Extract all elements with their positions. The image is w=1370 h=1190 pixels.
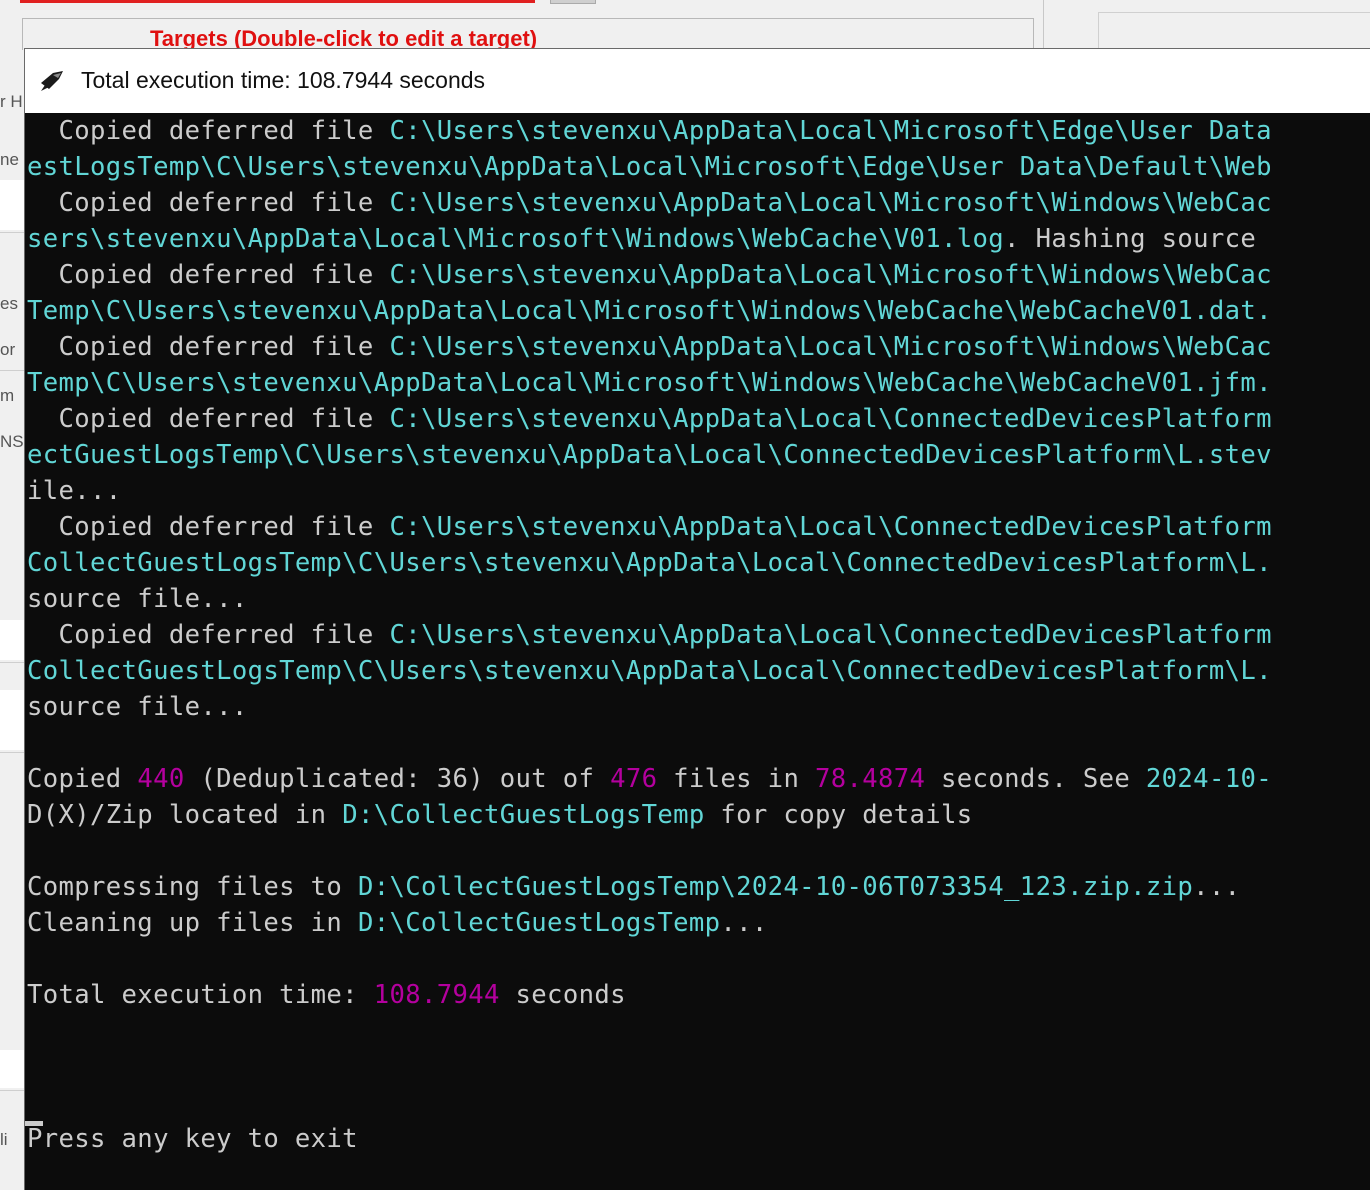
background-divider: [0, 232, 24, 233]
console-text: Copied deferred file: [27, 188, 390, 218]
console-path-text: CollectGuestLogsTemp\C\Users\stevenxu\Ap…: [27, 656, 1272, 686]
console-line: CollectGuestLogsTemp\C\Users\stevenxu\Ap…: [27, 545, 1272, 581]
console-text: seconds: [499, 980, 626, 1010]
console-text: (Deduplicated: 36) out of: [184, 764, 611, 794]
console-path-text: D:\CollectGuestLogsTemp: [357, 908, 721, 938]
console-line: Copied deferred file C:\Users\stevenxu\A…: [27, 401, 1272, 437]
console-text: seconds. See: [925, 764, 1146, 794]
background-right-inner-panel: [1098, 12, 1370, 49]
console-path-text: C:\Users\stevenxu\AppData\Local\Microsof…: [389, 260, 1272, 290]
console-number-text: 476: [610, 764, 658, 794]
background-divider: [0, 662, 24, 663]
console-path-text: C:\Users\stevenxu\AppData\Local\Connecte…: [389, 620, 1272, 650]
console-cursor: [25, 1121, 43, 1126]
console-path-text: D:\CollectGuestLogsTemp: [342, 800, 705, 830]
background-left-field: [0, 620, 24, 660]
background-divider: [0, 370, 24, 371]
console-line: Temp\C\Users\stevenxu\AppData\Local\Micr…: [27, 293, 1272, 329]
console-line: Compressing files to D:\CollectGuestLogs…: [27, 869, 1240, 905]
console-line: ectGuestLogsTemp\C\Users\stevenxu\AppDat…: [27, 437, 1272, 473]
background-button[interactable]: [550, 0, 596, 4]
console-text: Copied deferred file: [27, 620, 390, 650]
console-path-text: C:\Users\stevenxu\AppData\Local\Microsof…: [389, 116, 1272, 146]
background-label-fragment: m: [0, 386, 15, 405]
console-line: Copied deferred file C:\Users\stevenxu\A…: [27, 113, 1272, 149]
console-text: Copied deferred file: [27, 332, 390, 362]
console-line: Temp\C\Users\stevenxu\AppData\Local\Micr…: [27, 365, 1272, 401]
console-text: Copied deferred file: [27, 404, 390, 434]
console-line: Copied deferred file C:\Users\stevenxu\A…: [27, 329, 1272, 365]
console-line: CollectGuestLogsTemp\C\Users\stevenxu\Ap…: [27, 653, 1272, 689]
background-red-field: [20, 0, 535, 3]
console-path-text: 2024-10-: [1145, 764, 1272, 794]
console-text: Cleaning up files in: [27, 908, 358, 938]
console-line: source file...: [27, 689, 248, 725]
background-label-fragment: li: [0, 1130, 8, 1149]
console-line: Copied 440 (Deduplicated: 36) out of 476…: [27, 761, 1272, 797]
background-divider: [0, 752, 24, 753]
background-left-field: [0, 180, 24, 230]
console-path-text: C:\Users\stevenxu\AppData\Local\Microsof…: [389, 332, 1272, 362]
console-line: Copied deferred file C:\Users\stevenxu\A…: [27, 509, 1272, 545]
console-window[interactable]: Total execution time: 108.7944 seconds C…: [24, 48, 1370, 1190]
console-path-text: C:\Users\stevenxu\AppData\Local\Microsof…: [389, 188, 1272, 218]
console-text: . Hashing source: [1004, 224, 1272, 254]
background-label-fragment: ne: [0, 150, 19, 169]
console-path-text: Temp\C\Users\stevenxu\AppData\Local\Micr…: [27, 368, 1272, 398]
console-title: Total execution time: 108.7944 seconds: [81, 67, 486, 93]
background-divider: [0, 1090, 24, 1091]
console-line: Total execution time: 108.7944 seconds: [27, 977, 626, 1013]
console-path-text: Temp\C\Users\stevenxu\AppData\Local\Micr…: [27, 296, 1272, 326]
console-text: source file...: [27, 584, 248, 614]
console-text: Total execution time:: [27, 980, 374, 1010]
console-path-text: ectGuestLogsTemp\C\Users\stevenxu\AppDat…: [27, 440, 1272, 470]
console-text: source file...: [27, 692, 248, 722]
console-text: Copied: [27, 764, 138, 794]
console-number-text: 78.4874: [814, 764, 926, 794]
background-left-field: [0, 1050, 24, 1088]
background-label-fragment: or: [0, 340, 16, 359]
console-text: Press any key to exit: [27, 1124, 358, 1154]
console-text: ...: [1193, 872, 1241, 902]
console-text: for copy details: [704, 800, 973, 830]
background-left-field: [0, 690, 24, 750]
console-path-text: CollectGuestLogsTemp\C\Users\stevenxu\Ap…: [27, 548, 1272, 578]
console-path-text: C:\Users\stevenxu\AppData\Local\Connecte…: [389, 512, 1272, 542]
console-text: D(X)/Zip located in: [27, 800, 343, 830]
console-text: files in: [657, 764, 815, 794]
console-line: Cleaning up files in D:\CollectGuestLogs…: [27, 905, 768, 941]
background-label-fragment: NS: [0, 432, 24, 451]
console-line: Copied deferred file C:\Users\stevenxu\A…: [27, 185, 1272, 221]
console-text: Copied deferred file: [27, 512, 390, 542]
console-line: ile...: [27, 473, 122, 509]
console-line: Copied deferred file C:\Users\stevenxu\A…: [27, 257, 1272, 293]
background-label-fragment: es: [0, 294, 18, 313]
console-line: source file...: [27, 581, 248, 617]
console-text: Copied deferred file: [27, 116, 390, 146]
background-label-fragment: r H: [0, 92, 23, 111]
terminal-app-icon: [41, 71, 63, 91]
console-line: Press any key to exit: [27, 1121, 358, 1157]
console-line: estLogsTemp\C\Users\stevenxu\AppData\Loc…: [27, 149, 1272, 185]
console-path-text: sers\stevenxu\AppData\Local\Microsoft\Wi…: [27, 224, 1005, 254]
console-number-text: 440: [137, 764, 185, 794]
console-path-text: D:\CollectGuestLogsTemp\2024-10-06T07335…: [357, 872, 1194, 902]
console-text: Compressing files to: [27, 872, 358, 902]
background-left-strip: r H ne es or m NS li: [0, 50, 24, 1189]
console-text: ile...: [27, 476, 122, 506]
console-line: D(X)/Zip located in D:\CollectGuestLogsT…: [27, 797, 973, 833]
console-text: Copied deferred file: [27, 260, 390, 290]
console-line: sers\stevenxu\AppData\Local\Microsoft\Wi…: [27, 221, 1272, 257]
console-number-text: 108.7944: [373, 980, 500, 1010]
console-output[interactable]: Copied deferred file C:\Users\stevenxu\A…: [25, 113, 1370, 1190]
console-path-text: estLogsTemp\C\Users\stevenxu\AppData\Loc…: [27, 152, 1272, 182]
console-titlebar[interactable]: Total execution time: 108.7944 seconds: [25, 49, 1370, 113]
console-text: ...: [720, 908, 768, 938]
console-path-text: C:\Users\stevenxu\AppData\Local\Connecte…: [389, 404, 1272, 434]
console-line: Copied deferred file C:\Users\stevenxu\A…: [27, 617, 1272, 653]
